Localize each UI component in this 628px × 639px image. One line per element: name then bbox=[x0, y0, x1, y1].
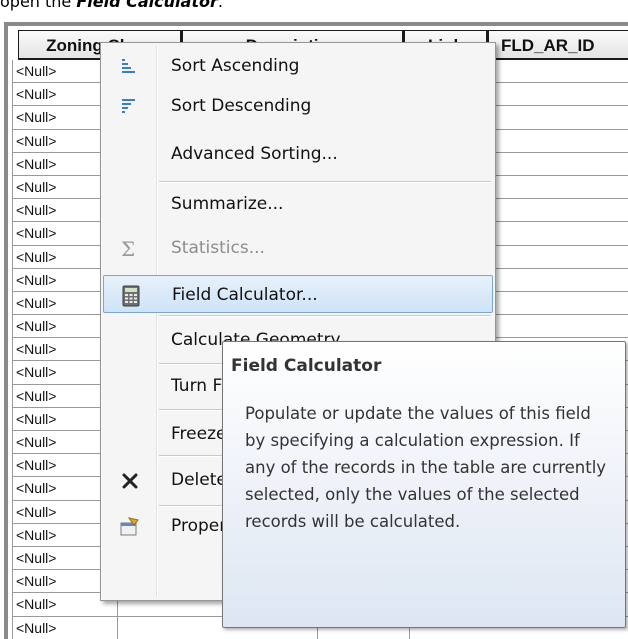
menu-item-label: Sort Descending bbox=[171, 96, 311, 116]
menu-item-sort-descending[interactable]: Sort Descending bbox=[103, 87, 493, 125]
field-calculator-tooltip: Field Calculator Populate or update the … bbox=[222, 341, 626, 628]
menu-item-sort-ascending[interactable]: Sort Ascending bbox=[103, 47, 493, 85]
menu-item-summarize[interactable]: Summarize... bbox=[103, 185, 493, 223]
menu-item-label: Sort Ascending bbox=[171, 56, 299, 76]
menu-separator bbox=[159, 181, 491, 183]
tooltip-body: Populate or update the values of this fi… bbox=[245, 400, 615, 535]
caption: open the Field Calculator. bbox=[0, 0, 628, 12]
menu-item-label: Advanced Sorting... bbox=[171, 144, 338, 164]
caption-prefix: open the bbox=[0, 0, 76, 11]
sort-descending-icon bbox=[119, 96, 141, 118]
properties-icon bbox=[119, 516, 141, 538]
caption-suffix: . bbox=[218, 0, 223, 11]
tooltip-title: Field Calculator bbox=[231, 356, 381, 376]
sigma-icon: Σ bbox=[119, 238, 141, 260]
menu-item-label: Field Calculator... bbox=[172, 285, 318, 305]
calculator-icon bbox=[120, 285, 142, 307]
caption-emphasis: Field Calculator bbox=[76, 0, 217, 11]
menu-item-label: Statistics... bbox=[171, 238, 265, 258]
column-header-fld-ar-id[interactable]: FLD_AR_ID bbox=[488, 30, 628, 60]
menu-separator bbox=[159, 315, 491, 317]
menu-item-statistics: Σ Statistics... bbox=[103, 229, 493, 267]
sort-ascending-icon bbox=[119, 56, 141, 78]
menu-item-label: Summarize... bbox=[171, 194, 283, 214]
menu-item-field-calculator[interactable]: Field Calculator... bbox=[103, 275, 493, 313]
table-cell[interactable]: <Null> bbox=[12, 617, 118, 639]
delete-x-icon bbox=[119, 470, 141, 492]
svg-text:Σ: Σ bbox=[121, 238, 135, 260]
menu-item-advanced-sorting[interactable]: Advanced Sorting... bbox=[103, 135, 493, 173]
